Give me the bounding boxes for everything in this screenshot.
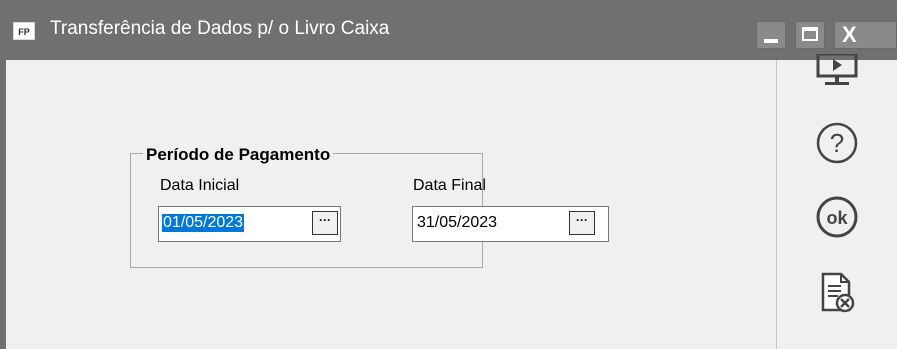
action-side-panel: ? ok: [776, 52, 897, 349]
svg-text:?: ?: [830, 128, 844, 158]
minimize-icon: [764, 39, 778, 43]
end-date-label: Data Final: [413, 177, 486, 194]
preview-icon[interactable]: [814, 52, 860, 92]
ok-icon[interactable]: ok: [814, 194, 860, 240]
minimize-button[interactable]: [756, 21, 786, 49]
close-button[interactable]: X: [834, 21, 897, 49]
fp-app-icon: FP: [13, 22, 35, 40]
start-date-field[interactable]: 01/05/2023 ···: [158, 206, 341, 242]
end-date-picker-button[interactable]: ···: [569, 211, 595, 235]
cancel-report-icon[interactable]: [814, 270, 860, 316]
end-date-value[interactable]: 31/05/2023: [416, 214, 498, 232]
title-bar[interactable]: FP Transferência de Dados p/ o Livro Cai…: [0, 0, 897, 60]
help-icon[interactable]: ?: [814, 120, 860, 166]
maximize-button[interactable]: [795, 21, 825, 49]
transfer-dialog-window: FP Transferência de Dados p/ o Livro Cai…: [0, 0, 897, 349]
svg-text:ok: ok: [826, 208, 848, 228]
maximize-icon: [802, 27, 818, 41]
start-date-picker-button[interactable]: ···: [312, 211, 338, 235]
window-title: Transferência de Dados p/ o Livro Caixa: [50, 18, 390, 39]
payment-period-title: Período de Pagamento: [143, 145, 334, 165]
end-date-field[interactable]: 31/05/2023 ···: [412, 206, 609, 242]
start-date-value[interactable]: 01/05/2023: [162, 214, 245, 232]
close-icon: X: [842, 22, 857, 47]
start-date-label: Data Inicial: [160, 177, 240, 194]
